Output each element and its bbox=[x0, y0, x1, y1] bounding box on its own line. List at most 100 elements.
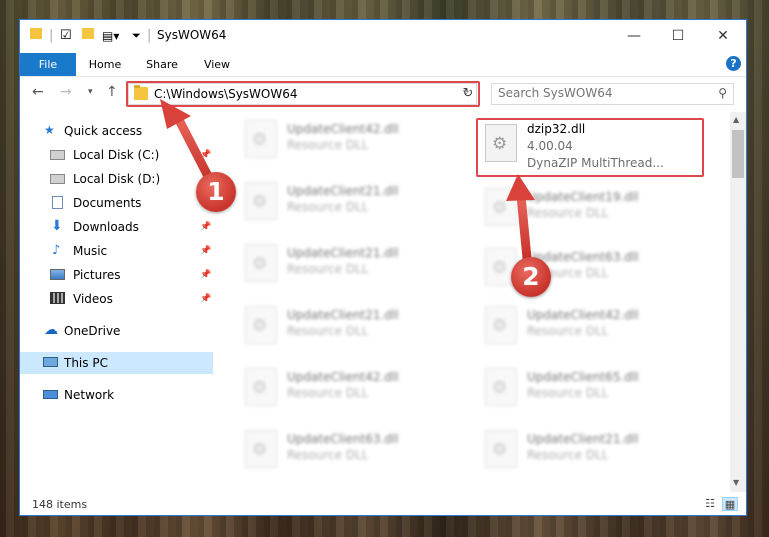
dll-file-icon bbox=[245, 306, 277, 344]
nav-music[interactable]: ♪ Music 📌 bbox=[20, 240, 213, 262]
file-item[interactable]: UpdateClient21.dll Resource DLL bbox=[479, 426, 704, 474]
file-name: UpdateClient21.dll bbox=[287, 184, 399, 198]
file-item[interactable]: UpdateClient63.dll Resource DLL bbox=[239, 426, 464, 474]
scroll-down-icon[interactable]: ▼ bbox=[733, 478, 739, 487]
customize-icon[interactable]: ▤▾ bbox=[102, 28, 119, 44]
minimize-button[interactable]: — bbox=[620, 26, 648, 46]
nav-pictures[interactable]: Pictures 📌 bbox=[20, 264, 213, 286]
vertical-scrollbar[interactable]: ▲ ▼ bbox=[730, 112, 746, 492]
scroll-up-icon[interactable]: ▲ bbox=[733, 115, 739, 124]
close-button[interactable]: ✕ bbox=[709, 26, 737, 46]
file-item[interactable]: UpdateClient21.dll Resource DLL bbox=[239, 302, 464, 350]
computer-icon bbox=[43, 357, 58, 367]
file-item[interactable]: UpdateClient21.dll Resource DLL bbox=[239, 240, 464, 288]
file-type: Resource DLL bbox=[287, 324, 369, 338]
dll-file-icon bbox=[485, 368, 517, 406]
step-badge-2: 2 bbox=[511, 257, 551, 297]
cloud-icon: ☁ bbox=[44, 322, 58, 338]
file-item[interactable]: UpdateClient42.dll Resource DLL bbox=[239, 116, 464, 164]
drive-icon bbox=[50, 150, 65, 160]
file-highlight-box bbox=[476, 118, 704, 177]
drive-icon bbox=[50, 174, 65, 184]
dll-file-icon bbox=[485, 188, 517, 226]
nav-videos[interactable]: Videos 📌 bbox=[20, 288, 213, 310]
videos-icon bbox=[50, 292, 65, 304]
recent-locations-icon[interactable]: ▾ bbox=[88, 83, 93, 101]
file-item[interactable]: UpdateClient65.dll Resource DLL bbox=[479, 364, 704, 412]
file-type: Resource DLL bbox=[527, 206, 609, 220]
separator: | bbox=[49, 28, 54, 43]
nav-this-pc[interactable]: This PC bbox=[20, 352, 213, 374]
file-type: Resource DLL bbox=[527, 324, 609, 338]
file-name: UpdateClient42.dll bbox=[287, 122, 399, 136]
back-arrow-icon[interactable]: ← bbox=[32, 83, 44, 101]
nav-downloads[interactable]: ⬇ Downloads 📌 bbox=[20, 216, 213, 238]
file-type: Resource DLL bbox=[287, 200, 369, 214]
documents-icon bbox=[52, 196, 63, 209]
pin-icon[interactable]: 📌 bbox=[200, 264, 211, 286]
nav-label: Network bbox=[64, 388, 115, 402]
maximize-button[interactable]: ☐ bbox=[664, 26, 692, 46]
dll-file-icon bbox=[245, 368, 277, 406]
nav-quick-access[interactable]: ★ Quick access bbox=[20, 120, 213, 142]
file-name: UpdateClient21.dll bbox=[287, 246, 399, 260]
tiles-view-icon[interactable]: ▦ bbox=[722, 497, 738, 511]
star-icon: ★ bbox=[44, 123, 55, 137]
pin-icon[interactable]: 📌 bbox=[200, 216, 211, 238]
address-bar-highlight bbox=[126, 81, 480, 107]
file-item[interactable]: UpdateClient19.dll Resource DLL bbox=[479, 184, 704, 232]
tab-home[interactable]: Home bbox=[82, 55, 128, 75]
tab-file[interactable]: File bbox=[20, 53, 76, 76]
file-type: Resource DLL bbox=[527, 448, 609, 462]
dll-file-icon bbox=[245, 182, 277, 220]
dll-file-icon bbox=[245, 244, 277, 282]
file-type: Resource DLL bbox=[287, 386, 369, 400]
window-title: SysWOW64 bbox=[157, 28, 227, 42]
file-name: UpdateClient63.dll bbox=[287, 432, 399, 446]
ribbon-tabs: File Home Share View ? bbox=[20, 52, 746, 77]
scrollbar-thumb[interactable] bbox=[732, 130, 744, 178]
properties-icon[interactable]: ☑ bbox=[60, 28, 72, 44]
pin-icon[interactable]: 📌 bbox=[200, 240, 211, 262]
tab-view[interactable]: View bbox=[196, 55, 238, 75]
title-bar: | ☑ ▤▾ ⏷ | SysWOW64 — ☐ ✕ bbox=[20, 20, 746, 52]
file-type: Resource DLL bbox=[287, 448, 369, 462]
nav-local-disk-d[interactable]: Local Disk (D:) bbox=[20, 168, 213, 190]
nav-onedrive[interactable]: ☁ OneDrive bbox=[20, 320, 213, 342]
pictures-icon bbox=[50, 269, 65, 280]
nav-documents[interactable]: Documents bbox=[20, 192, 213, 214]
help-icon[interactable]: ? bbox=[726, 56, 741, 71]
details-view-icon[interactable]: ☷ bbox=[702, 497, 718, 511]
search-input[interactable] bbox=[498, 86, 698, 100]
up-arrow-icon[interactable]: ↑ bbox=[106, 83, 118, 101]
nav-label: Music bbox=[73, 244, 108, 258]
nav-local-disk-c[interactable]: Local Disk (C:) 📌 bbox=[20, 144, 213, 166]
network-icon bbox=[43, 390, 58, 399]
file-type: Resource DLL bbox=[527, 386, 609, 400]
new-folder-icon[interactable] bbox=[82, 28, 94, 44]
file-item[interactable]: UpdateClient21.dll Resource DLL bbox=[239, 178, 464, 226]
search-box[interactable]: ⚲ bbox=[491, 83, 734, 105]
forward-arrow-icon[interactable]: → bbox=[60, 83, 72, 101]
file-name: UpdateClient42.dll bbox=[287, 370, 399, 384]
folder-icon bbox=[30, 28, 42, 44]
search-icon: ⚲ bbox=[718, 86, 727, 100]
separator: | bbox=[147, 28, 152, 43]
dll-file-icon bbox=[485, 306, 517, 344]
qa-dropdown-icon[interactable]: ⏷ bbox=[132, 28, 141, 44]
nav-label: This PC bbox=[64, 356, 108, 370]
dll-file-icon bbox=[245, 120, 277, 158]
step-badge-1: 1 bbox=[196, 172, 236, 212]
pin-icon[interactable]: 📌 bbox=[200, 144, 211, 166]
file-name: UpdateClient21.dll bbox=[527, 432, 639, 446]
file-item[interactable]: UpdateClient42.dll Resource DLL bbox=[239, 364, 464, 412]
item-count: 148 items bbox=[32, 498, 88, 511]
nav-network[interactable]: Network bbox=[20, 384, 213, 406]
navigation-bar: ← → ▾ ↑ C:\Windows\SysWOW64 ⌵ ↻ ⚲ bbox=[20, 77, 746, 109]
file-item[interactable]: UpdateClient42.dll Resource DLL bbox=[479, 302, 704, 350]
dll-file-icon bbox=[485, 430, 517, 468]
file-name: UpdateClient65.dll bbox=[527, 370, 639, 384]
tab-share[interactable]: Share bbox=[140, 55, 184, 75]
file-name: UpdateClient19.dll bbox=[527, 190, 639, 204]
pin-icon[interactable]: 📌 bbox=[200, 288, 211, 310]
